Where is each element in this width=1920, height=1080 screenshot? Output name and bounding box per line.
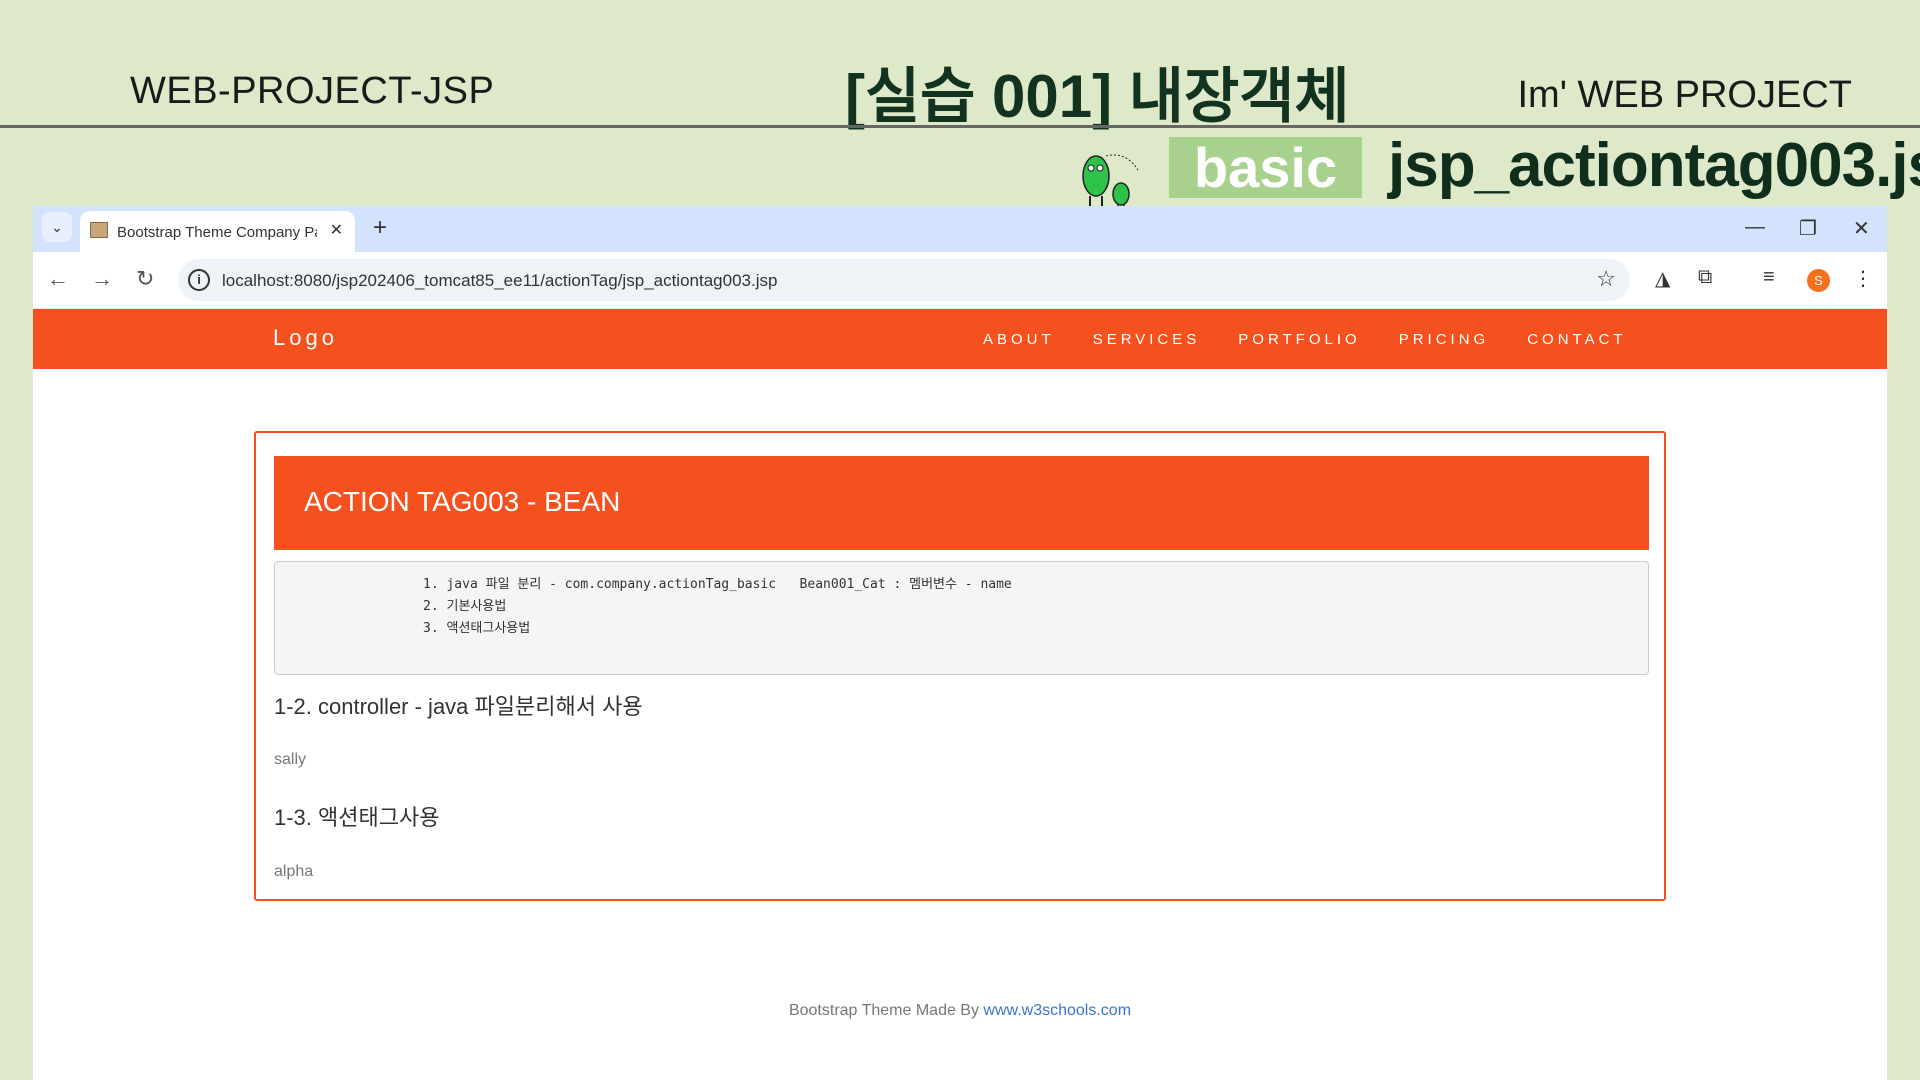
- tab-title: Bootstrap Theme Company Pa: [117, 224, 317, 241]
- slide-right-title: Im' WEB PROJECT: [1517, 74, 1853, 116]
- forward-icon[interactable]: →: [91, 266, 113, 292]
- slide-divider: [0, 125, 1920, 128]
- browser-window: ⌄ Bootstrap Theme Company Pa ✕ + — ❐ ✕ ←…: [33, 206, 1887, 1080]
- extensions-puzzle-icon[interactable]: ⧉: [1698, 266, 1712, 289]
- footer-text: Bootstrap Theme Made By: [788, 1002, 984, 1019]
- tab-close-icon[interactable]: ✕: [330, 220, 343, 240]
- section2-title: 1-3. 액션태그사용: [274, 805, 440, 830]
- nav-pricing[interactable]: PRICING: [1399, 331, 1490, 348]
- address-bar: ← → ↻ i localhost:8080/jsp202406_tomcat8…: [33, 252, 1887, 309]
- section1-value: sally: [274, 751, 307, 768]
- reload-icon[interactable]: ↻: [136, 266, 154, 292]
- basic-badge: basic: [1169, 137, 1362, 198]
- bookmark-star-icon[interactable]: ☆: [1596, 266, 1616, 292]
- slide-center-title: [실습 001] 내장객체: [845, 63, 1350, 130]
- content-panel: ACTION TAG003 - BEAN 1. java 파일 분리 - com…: [254, 431, 1666, 901]
- nav-portfolio[interactable]: PORTFOLIO: [1238, 331, 1360, 348]
- site-nav-links: ABOUT SERVICES PORTFOLIO PRICING CONTACT: [983, 331, 1627, 348]
- panel-heading: ACTION TAG003 - BEAN: [274, 456, 1649, 550]
- code-block: 1. java 파일 분리 - com.company.actionTag_ba…: [274, 561, 1649, 675]
- code-line: 2. 기본사용법: [423, 599, 507, 614]
- code-line: 3. 액션태그사용법: [423, 621, 531, 636]
- url-field[interactable]: i localhost:8080/jsp202406_tomcat85_ee11…: [178, 259, 1630, 301]
- footer-link[interactable]: www.w3schools.com: [983, 1002, 1131, 1019]
- file-title: jsp_actiontag003.jsp: [1388, 131, 1920, 200]
- nav-about[interactable]: ABOUT: [983, 331, 1055, 348]
- panel-title: ACTION TAG003 - BEAN: [304, 486, 621, 517]
- nav-contact[interactable]: CONTACT: [1527, 331, 1626, 348]
- site-navbar: Logo ABOUT SERVICES PORTFOLIO PRICING CO…: [33, 309, 1887, 369]
- media-control-icon[interactable]: ≡: [1763, 266, 1775, 289]
- nav-services[interactable]: SERVICES: [1093, 331, 1201, 348]
- site-info-icon[interactable]: i: [188, 269, 210, 291]
- extension-triangle-icon[interactable]: ◮: [1655, 266, 1670, 291]
- minimize-icon[interactable]: —: [1745, 216, 1765, 239]
- close-window-icon[interactable]: ✕: [1853, 216, 1870, 241]
- site-logo[interactable]: Logo: [273, 325, 338, 351]
- profile-avatar[interactable]: S: [1807, 269, 1830, 292]
- code-line: 1. java 파일 분리 - com.company.actionTag_ba…: [423, 577, 1012, 592]
- url-text[interactable]: localhost:8080/jsp202406_tomcat85_ee11/a…: [222, 271, 777, 291]
- browser-tab[interactable]: Bootstrap Theme Company Pa ✕: [80, 211, 355, 252]
- menu-kebab-icon[interactable]: ⋮: [1853, 266, 1873, 291]
- section2-value: alpha: [274, 863, 314, 880]
- favicon-icon: [90, 222, 108, 238]
- slide-left-title: WEB-PROJECT-JSP: [130, 70, 495, 112]
- site-footer: Bootstrap Theme Made By www.w3schools.co…: [33, 1002, 1887, 1020]
- tab-bar: ⌄ Bootstrap Theme Company Pa ✕ + — ❐ ✕: [33, 206, 1887, 252]
- tab-search-dropdown-icon[interactable]: ⌄: [42, 212, 72, 242]
- new-tab-icon[interactable]: +: [373, 214, 387, 242]
- back-icon[interactable]: ←: [47, 266, 69, 292]
- restore-icon[interactable]: ❐: [1799, 216, 1817, 241]
- section1-title: 1-2. controller - java 파일분리해서 사용: [274, 694, 643, 719]
